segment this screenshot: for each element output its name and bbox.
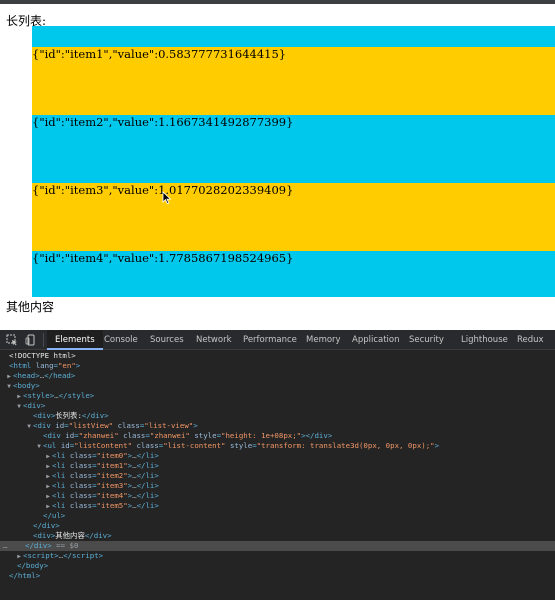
list-band-blue [32, 26, 555, 47]
dom-node-style[interactable]: ▶ <style>…</style> [0, 391, 555, 401]
mouse-pointer-icon [162, 191, 172, 205]
list-item: {"id":"item2","value":1.1667341492877399… [32, 115, 555, 129]
tab-application[interactable]: Application [352, 330, 400, 350]
dom-node-li[interactable]: ▶ <li class="item2">…</li> [0, 471, 555, 481]
devtools-panel: Elements Console Sources Network Perform… [0, 330, 555, 600]
list-view[interactable]: {"id":"item1","value":0.583777731644415}… [32, 26, 555, 297]
dom-node-title-div[interactable]: <div>长列表:</div> [0, 411, 555, 421]
list-item: {"id":"item4","value":1.7785867198524965… [32, 251, 555, 265]
tab-elements[interactable]: Elements [47, 330, 103, 350]
doctype-text: <!DOCTYPE html> [9, 351, 76, 360]
dom-node-html-close[interactable]: </html> [0, 571, 555, 581]
toolbar-divider [43, 333, 44, 347]
dom-node-ul[interactable]: ▼ <ul id="listContent" class="list-conten… [0, 441, 555, 451]
tab-console[interactable]: Console [104, 330, 138, 350]
list-item-text: {"id":"item4","value":1.7785867198524965… [32, 251, 294, 265]
dom-node-script[interactable]: ▶ <script>…</script> [0, 551, 555, 561]
dom-node-body-close[interactable]: </body> [0, 561, 555, 571]
tab-network[interactable]: Network [196, 330, 232, 350]
device-toolbar-icon[interactable] [25, 334, 37, 346]
dom-node-body[interactable]: ▼ <body> [0, 381, 555, 391]
dom-node-zhanwei[interactable]: <div id="zhanwei" class="zhanwei" style=… [0, 431, 555, 441]
tab-performance[interactable]: Performance [243, 330, 297, 350]
dom-node-html[interactable]: <html lang="en"> [0, 361, 555, 371]
tab-security[interactable]: Security [409, 330, 444, 350]
dom-node-other-div[interactable]: <div>其他内容</div> [0, 531, 555, 541]
devtools-tabbar: Elements Console Sources Network Perform… [0, 330, 555, 350]
dom-node-head[interactable]: ▶ <head>…</head> [0, 371, 555, 381]
tab-sources[interactable]: Sources [150, 330, 184, 350]
list-item-text: {"id":"item2","value":1.1667341492877399… [32, 115, 294, 129]
inspect-element-icon[interactable] [6, 334, 18, 346]
list-item: {"id":"item3","value":1.0177028202339409… [32, 183, 555, 197]
dom-tree: <!DOCTYPE html> <html lang="en"> ▶ <head>… [0, 350, 555, 600]
tab-redux[interactable]: Redux [517, 330, 544, 350]
list-item-text: {"id":"item1","value":0.583777731644415} [32, 47, 287, 61]
dom-node-selected[interactable]: … </div> == $0 [0, 541, 555, 552]
more-dots-icon[interactable]: … [3, 541, 7, 551]
rendered-page: 长列表: {"id":"item1","value":0.58377773164… [0, 4, 555, 330]
dom-node-listview-close[interactable]: </div> [0, 521, 555, 531]
dom-node-li[interactable]: ▶ <li class="item4">…</li> [0, 491, 555, 501]
dom-node-div[interactable]: ▼ <div> [0, 401, 555, 411]
tab-lighthouse[interactable]: Lighthouse [461, 330, 508, 350]
dom-node-li[interactable]: ▶ <li class="item5">…</li> [0, 501, 555, 511]
dom-node-li[interactable]: ▶ <li class="item0">…</li> [0, 451, 555, 461]
selected-node-ref: == $0 [56, 541, 79, 550]
dom-node-ul-close[interactable]: </ul> [0, 511, 555, 521]
dom-node-listview[interactable]: ▼ <div id="listView" class="list-view"> [0, 421, 555, 431]
other-content-text: 其他内容 [6, 300, 55, 314]
dom-node-doctype[interactable]: <!DOCTYPE html> [0, 351, 555, 361]
dom-node-li[interactable]: ▶ <li class="item1">…</li> [0, 461, 555, 471]
dom-node-li[interactable]: ▶ <li class="item3">…</li> [0, 481, 555, 491]
tab-memory[interactable]: Memory [306, 330, 341, 350]
list-item: {"id":"item1","value":0.583777731644415} [32, 47, 555, 61]
